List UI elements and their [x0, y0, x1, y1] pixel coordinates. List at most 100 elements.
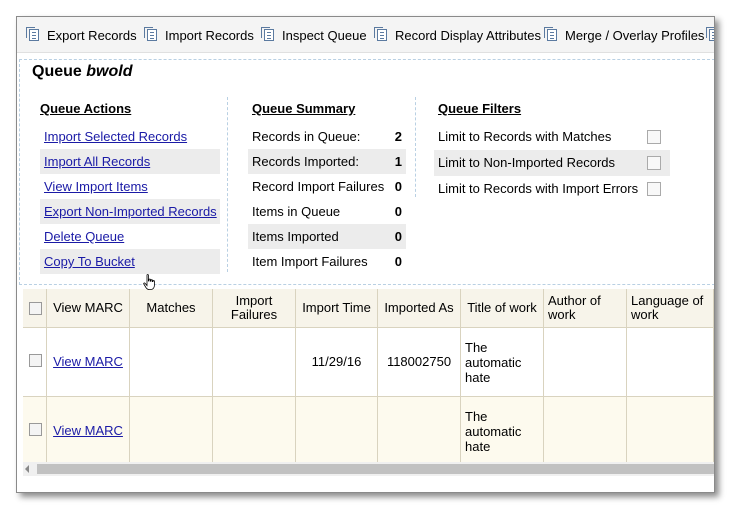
toolbar-label: Inspect Queue [282, 27, 367, 43]
column-label: View MARC [53, 300, 123, 315]
action-import-selected: Import Selected Records [40, 124, 220, 149]
header-import-failures[interactable]: Import Failures [213, 289, 296, 327]
cell-import-failures [213, 328, 296, 396]
toolbar-label: Merge / Overlay Profiles [565, 27, 705, 43]
records-icon [144, 27, 157, 41]
action-export-non-imported: Export Non-Imported Records [40, 199, 220, 224]
view-marc-link[interactable]: View MARC [53, 424, 123, 438]
cell-matches [130, 397, 213, 465]
app-window: Export Records Import Records Inspect Qu… [16, 16, 715, 493]
summary-row: Items in Queue 0 [248, 199, 406, 224]
toolbar-label: Export Records [47, 27, 137, 43]
cell-language [627, 397, 714, 465]
toolbar-merge-overlay-profiles[interactable]: Merge / Overlay Profiles [544, 27, 705, 43]
cell-import-failures [213, 397, 296, 465]
filter-non-imported: Limit to Non-Imported Records [434, 150, 670, 176]
records-icon [374, 27, 387, 41]
header-imported-as[interactable]: Imported As [378, 289, 461, 327]
column-label: Import Time [302, 300, 371, 315]
summary-label: Item Import Failures [252, 254, 368, 269]
records-icon [544, 27, 557, 41]
table-row: View MARC 11/29/16 118002750 The automat… [23, 328, 714, 397]
toolbar-export-records[interactable]: Export Records [26, 27, 137, 43]
cell-text: 118002750 [386, 354, 452, 369]
page-title: Queue bwold [32, 63, 132, 81]
copy-to-bucket-link[interactable]: Copy To Bucket [44, 254, 135, 269]
summary-row: Record Import Failures 0 [248, 174, 406, 199]
row-select-cell [23, 328, 47, 396]
column-divider [227, 97, 228, 272]
view-marc-link[interactable]: View MARC [53, 355, 123, 369]
column-label: Imported As [384, 300, 454, 315]
cell-text: The automatic hate [465, 408, 522, 454]
filter-label: Limit to Records with Import Errors [438, 181, 639, 196]
summary-label: Record Import Failures [252, 179, 385, 194]
header-import-time[interactable]: Import Time [296, 289, 378, 327]
summary-value: 0 [394, 204, 402, 219]
toolbar-import-records[interactable]: Import Records [144, 27, 254, 43]
toolbar-inspect-queue[interactable]: Inspect Queue [261, 27, 367, 43]
cell-text [378, 397, 460, 465]
header-title[interactable]: Title of work [461, 289, 544, 327]
header-matches[interactable]: Matches [130, 289, 213, 327]
summary-value: 0 [394, 229, 402, 244]
cell-imported-as [378, 397, 461, 465]
hand-cursor-icon [143, 274, 155, 290]
scrollbar-thumb[interactable] [37, 464, 714, 474]
select-all-checkbox[interactable] [29, 302, 42, 315]
delete-queue-link[interactable]: Delete Queue [44, 229, 124, 244]
import-all-link[interactable]: Import All Records [44, 154, 150, 169]
header-view-marc[interactable]: View MARC [47, 289, 130, 327]
filter-import-errors: Limit to Records with Import Errors [434, 176, 670, 202]
toolbar: Export Records Import Records Inspect Qu… [17, 17, 714, 53]
row-checkbox[interactable] [29, 354, 42, 367]
cell-text [213, 328, 295, 396]
cell-view-marc: View MARC [47, 397, 130, 465]
toolbar-label: Record Display Attributes [395, 27, 541, 43]
cell-text [130, 397, 212, 465]
filter-label: Limit to Non-Imported Records [438, 155, 616, 170]
cell-import-time: 11/29/16 [296, 328, 378, 396]
cell-text [213, 397, 295, 465]
filter-non-imported-checkbox[interactable] [647, 156, 661, 170]
import-selected-link[interactable]: Import Selected Records [44, 129, 187, 144]
cell-view-marc: View MARC [47, 328, 130, 396]
summary-label: Items Imported [252, 229, 339, 244]
summary-row: Records Imported: 1 [248, 149, 406, 174]
cell-matches [130, 328, 213, 396]
queue-filters: Queue Filters Limit to Records with Matc… [434, 99, 670, 202]
filter-matches-checkbox[interactable] [647, 130, 661, 144]
filter-import-errors-checkbox[interactable] [647, 182, 661, 196]
queue-name: bwold [86, 63, 133, 80]
export-non-imported-link[interactable]: Export Non-Imported Records [44, 204, 217, 219]
cell-text [544, 397, 626, 465]
cell-text: The automatic hate [465, 339, 522, 385]
scroll-left-icon[interactable] [25, 465, 29, 473]
cell-text: 11/29/16 [311, 354, 362, 369]
action-copy-to-bucket: Copy To Bucket [40, 249, 220, 274]
row-checkbox[interactable] [29, 423, 42, 436]
column-label: Author of work [548, 293, 601, 322]
select-all-cell [23, 289, 47, 327]
cell-text [296, 397, 377, 465]
toolbar-overflow[interactable] [706, 27, 714, 43]
view-import-items-link[interactable]: View Import Items [44, 179, 148, 194]
cell-language [627, 328, 714, 396]
cell-title: The automatic hate [461, 397, 544, 465]
toolbar-label: Import Records [165, 27, 254, 43]
cell-title: The automatic hate [461, 328, 544, 396]
header-author[interactable]: Author of work [544, 289, 627, 327]
toolbar-record-display-attributes[interactable]: Record Display Attributes [374, 27, 541, 43]
horizontal-scrollbar[interactable] [23, 462, 714, 476]
header-language[interactable]: Language of work [627, 289, 714, 327]
summary-row: Records in Queue: 2 [248, 124, 406, 149]
summary-value: 2 [394, 129, 402, 144]
grid-header: View MARC Matches Import Failures Import… [23, 289, 714, 328]
filter-label: Limit to Records with Matches [438, 129, 612, 144]
summary-label: Records in Queue: [252, 129, 361, 144]
column-divider [415, 97, 416, 197]
column-label: Import Failures [230, 293, 278, 322]
cell-import-time [296, 397, 378, 465]
queue-filters-heading: Queue Filters [438, 101, 522, 116]
table-row: View MARC The automatic hate [23, 397, 714, 466]
